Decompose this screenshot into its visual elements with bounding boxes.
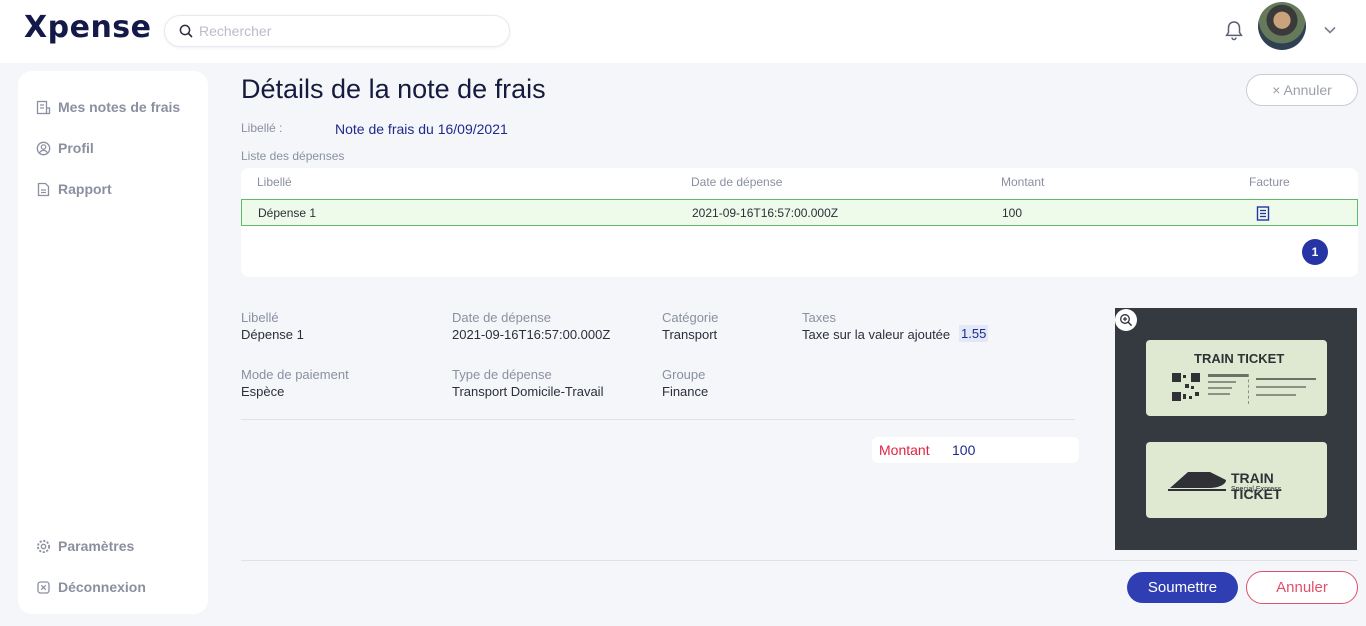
footer-divider — [241, 560, 1358, 561]
gear-icon — [37, 539, 50, 553]
detail-mode-value: Espèce — [241, 384, 285, 399]
detail-tax-name: Taxe sur la valeur ajoutée — [802, 327, 951, 342]
sidebar-item-label: Profil — [58, 140, 94, 156]
detail-groupe-label: Groupe — [662, 367, 706, 382]
column-header-facture: Facture — [1249, 175, 1290, 189]
sidebar-item-rapport[interactable]: Rapport — [36, 181, 112, 197]
detail-tax-amount: 1.55 — [959, 325, 989, 342]
top-bar: Xpense — [0, 0, 1366, 63]
receipt-image[interactable]: TRAIN TICKET TRAIN TICKET Special Expres… — [1115, 308, 1357, 550]
details-divider — [241, 419, 1075, 420]
sidebar-item-parametres[interactable]: Paramètres — [36, 538, 134, 554]
zoom-in-icon[interactable] — [1115, 309, 1137, 331]
libelle-value: Note de frais du 16/09/2021 — [335, 121, 508, 137]
total-amount-value: 100 — [952, 442, 976, 458]
detail-groupe-value: Finance — [662, 384, 709, 399]
detail-mode-label: Mode de paiement — [241, 367, 349, 382]
cancel-top-button[interactable]: × Annuler — [1246, 74, 1358, 106]
sidebar-item-profil[interactable]: Profil — [36, 140, 94, 156]
detail-libelle-value: Dépense 1 — [241, 327, 304, 342]
avatar[interactable] — [1258, 2, 1306, 50]
detail-taxes-label: Taxes — [802, 310, 836, 325]
libelle-label: Libellé : — [241, 121, 283, 135]
submit-button[interactable]: Soumettre — [1127, 572, 1238, 603]
app-logo[interactable]: Xpense — [24, 10, 152, 45]
ticket-2: TRAIN TICKET Special Express — [1146, 442, 1327, 518]
detail-date-label: Date de dépense — [452, 310, 552, 325]
column-header-date: Date de dépense — [691, 175, 783, 189]
search-box[interactable] — [164, 15, 510, 47]
detail-categorie-label: Catégorie — [662, 310, 719, 325]
notification-bell-icon[interactable] — [1224, 20, 1244, 42]
cell-date: 2021-09-16T16:57:00.000Z — [692, 206, 839, 220]
detail-date-value: 2021-09-16T16:57:00.000Z — [452, 327, 611, 342]
qr-code-icon — [1171, 372, 1201, 402]
chevron-down-icon[interactable] — [1322, 22, 1338, 38]
cell-libelle: Dépense 1 — [258, 206, 317, 220]
sidebar-item-label: Paramètres — [58, 538, 135, 554]
report-icon — [37, 182, 50, 196]
cancel-button[interactable]: Annuler — [1246, 571, 1358, 604]
invoice-icon[interactable] — [1256, 206, 1270, 221]
sidebar-item-deconnexion[interactable]: Déconnexion — [36, 579, 146, 595]
expenses-table: Libellé Date de dépense Montant Facture … — [241, 168, 1358, 277]
ticket-1-title: TRAIN TICKET — [1194, 351, 1285, 366]
sidebar-item-label: Mes notes de frais — [58, 99, 181, 115]
sidebar-item-label: Déconnexion — [58, 579, 146, 595]
pagination-page-1[interactable]: 1 — [1302, 239, 1328, 265]
train-icon — [1168, 472, 1226, 491]
logout-icon — [37, 580, 50, 594]
detail-categorie-value: Transport — [662, 327, 718, 342]
expense-report-icon — [36, 100, 51, 114]
page-title: Détails de la note de frais — [241, 74, 546, 104]
cell-montant: 100 — [1002, 206, 1023, 220]
sidebar-item-mes-notes[interactable]: Mes notes de frais — [36, 99, 180, 115]
column-header-libelle: Libellé — [257, 175, 292, 189]
user-icon — [36, 141, 51, 155]
sidebar-item-label: Rapport — [58, 181, 112, 197]
search-input[interactable] — [199, 23, 499, 39]
table-row[interactable]: Dépense 1 2021-09-16T16:57:00.000Z 100 — [241, 199, 1358, 226]
expenses-list-title: Liste des dépenses — [241, 149, 345, 163]
detail-type-label: Type de dépense — [452, 367, 552, 382]
total-amount-box: Montant 100 — [872, 437, 1079, 463]
search-icon — [179, 24, 193, 38]
ticket-2-subtitle: Special Express — [1231, 486, 1282, 493]
ticket-1: TRAIN TICKET — [1146, 340, 1327, 416]
sidebar: Mes notes de frais Profil Rapport Paramè… — [18, 71, 208, 614]
detail-type-value: Transport Domicile-Travail — [452, 384, 604, 399]
column-header-montant: Montant — [1001, 175, 1045, 189]
detail-libelle-label: Libellé — [241, 310, 279, 325]
total-amount-label: Montant — [879, 442, 930, 458]
